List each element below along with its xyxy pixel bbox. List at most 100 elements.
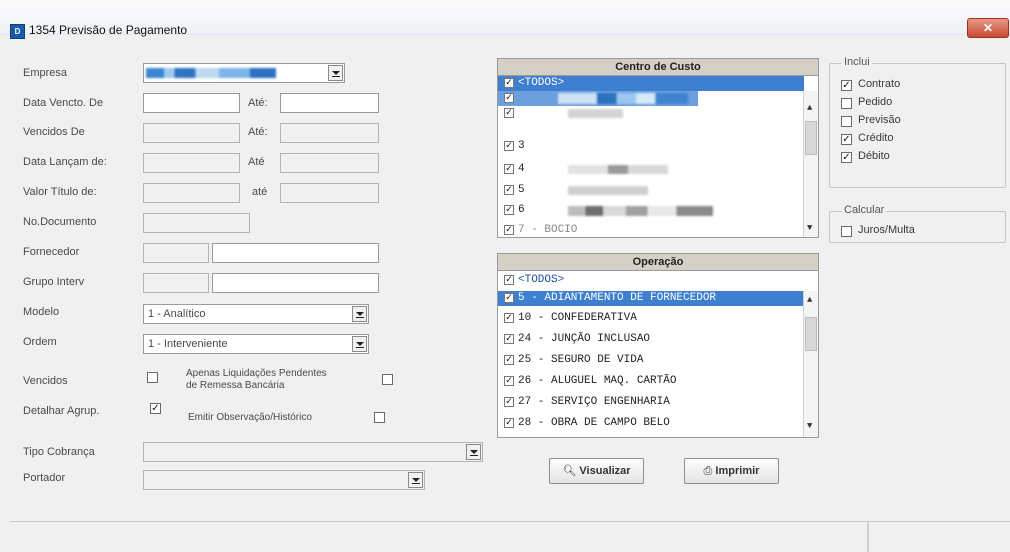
operacao-scrollbar[interactable]: ▲ ▼ [803,291,818,437]
data-vencto-de-input[interactable] [143,93,240,113]
chevron-down-icon[interactable] [352,336,367,352]
scroll-thumb[interactable] [805,317,817,351]
inclui-group-title: Inclui [842,56,872,68]
ordem-label: Ordem [23,336,57,348]
item-checkbox[interactable]: ✓ [504,418,514,428]
data-lancam-de-input[interactable] [143,153,240,173]
centro-custo-scrollbar[interactable]: ▲ ▼ [803,91,818,237]
fornecedor-name-input[interactable] [212,243,379,263]
redacted-text [568,165,668,174]
portador-select[interactable] [143,470,425,490]
list-item[interactable]: ✓ <TODOS> [498,273,804,288]
modelo-select[interactable]: 1 - Analítico [143,304,369,324]
item-checkbox[interactable]: ✓ [504,313,514,323]
item-checkbox[interactable]: ✓ [504,355,514,365]
item-checkbox[interactable]: ✓ [504,376,514,386]
list-item[interactable]: ✓ 26 - ALUGUEL MAQ. CARTÃO [498,374,804,389]
list-item[interactable]: ✓ 5 - ADIANTAMENTO DE FORNECEDOR [498,291,804,306]
scroll-thumb[interactable] [805,121,817,155]
title-bar[interactable]: D 1354 Previsão de Pagamento ✕ [0,0,1010,39]
item-checkbox[interactable]: ✓ [504,205,514,215]
previsao-checkbox[interactable] [841,116,852,127]
visualizar-button[interactable]: 🔍︎ Visualizar [549,458,644,484]
apenas-liq-label-line1: Apenas Liquidações Pendentes [186,368,327,379]
list-item[interactable]: ✓ 27 - SERVIÇO ENGENHARIA [498,395,804,410]
data-vencto-ate-input[interactable] [280,93,379,113]
calcular-group: Calcular Juros/Multa [829,204,1006,243]
valor-titulo-de-input[interactable] [143,183,240,203]
item-checkbox[interactable]: ✓ [504,185,514,195]
ordem-select[interactable]: 1 - Interveniente [143,334,369,354]
pedido-checkbox[interactable] [841,98,852,109]
status-bar [10,521,1010,552]
list-item[interactable]: ✓ 4 [498,162,804,177]
scroll-down-icon[interactable]: ▼ [807,223,812,233]
data-lancam-ate-label: Até [248,156,265,168]
valor-titulo-ate-input[interactable] [280,183,379,203]
item-checkbox[interactable]: ✓ [504,93,514,103]
credito-checkbox[interactable]: ✓ [841,134,852,145]
vencidos-ate-input[interactable] [280,123,379,143]
emitir-obs-checkbox[interactable] [374,412,385,423]
grupo-interv-code-input[interactable] [143,273,209,293]
chevron-down-icon[interactable] [466,444,481,460]
vencidos-label: Vencidos [23,375,68,387]
window-title: 1354 Previsão de Pagamento [29,23,188,37]
scroll-down-icon[interactable]: ▼ [807,421,812,431]
list-item[interactable]: ✓ 24 - JUNÇÃO INCLUSAO [498,332,804,347]
calcular-group-title: Calcular [842,204,887,216]
no-documento-input[interactable] [143,213,250,233]
data-lancam-ate-input[interactable] [280,153,379,173]
item-checkbox[interactable]: ✓ [504,78,514,88]
item-checkbox[interactable]: ✓ [504,141,514,151]
item-checkbox[interactable]: ✓ [504,275,514,285]
list-item[interactable]: ✓ 5 [498,183,804,198]
debito-checkbox[interactable]: ✓ [841,152,852,163]
contrato-label: Contrato [858,78,901,90]
vencidos-checkbox[interactable] [147,372,158,383]
item-checkbox[interactable]: ✓ [504,334,514,344]
tipo-cobranca-select[interactable] [143,442,483,462]
chevron-down-icon[interactable] [352,306,367,322]
list-item[interactable]: ✓ 10 - CONFEDERATIVA [498,311,804,326]
list-item[interactable]: ✓ <TODOS> [498,76,804,91]
imprimir-button[interactable]: ⎙ Imprimir [684,458,779,484]
chevron-down-icon[interactable] [408,472,423,488]
list-item[interactable]: ✓ [498,106,804,121]
vencidos-de-label: Vencidos De [23,126,85,138]
previsao-label: Previsão [858,114,901,126]
list-item[interactable]: ✓ 28 - OBRA DE CAMPO BELO [498,416,804,431]
centro-custo-list[interactable]: Centro de Custo ✓ <TODOS> ✓ ✓ ✓ 3 ✓ 4 ✓ … [497,58,819,238]
scroll-up-icon[interactable]: ▲ [807,103,812,113]
juros-multa-checkbox[interactable] [841,226,852,237]
list-item[interactable]: ✓ 7 - BOCIO [498,223,804,237]
juros-multa-label: Juros/Multa [858,224,915,236]
item-checkbox[interactable]: ✓ [504,397,514,407]
redacted-text [568,186,648,195]
item-checkbox[interactable]: ✓ [504,225,514,235]
data-vencto-de-label: Data Vencto. De [23,97,104,109]
vencidos-de-input[interactable] [143,123,240,143]
fornecedor-code-input[interactable] [143,243,209,263]
item-checkbox[interactable]: ✓ [504,293,514,303]
empresa-combo[interactable] [143,63,345,83]
scroll-up-icon[interactable]: ▲ [807,295,812,305]
item-checkbox[interactable]: ✓ [504,164,514,174]
close-button[interactable]: ✕ [967,18,1009,38]
chevron-down-icon[interactable] [328,65,343,81]
list-item[interactable]: ✓ 25 - SEGURO DE VIDA [498,353,804,368]
printer-icon: ⎙ [703,465,713,477]
vencidos-ate-label: Até: [248,126,268,138]
contrato-checkbox[interactable]: ✓ [841,80,852,91]
apenas-liq-checkbox[interactable] [382,374,393,385]
item-checkbox[interactable]: ✓ [504,108,514,118]
operacao-list[interactable]: Operação ✓ <TODOS> ✓ 5 - ADIANTAMENTO DE… [497,253,819,438]
list-item[interactable]: ✓ 6 [498,203,804,218]
list-item[interactable]: ✓ [498,91,698,106]
empresa-label: Empresa [23,67,68,79]
grupo-interv-name-input[interactable] [212,273,379,293]
redacted-text [568,206,713,216]
detalhar-agrup-checkbox[interactable]: ✓ [150,403,161,414]
redacted-text [558,93,688,104]
list-item[interactable]: ✓ 3 [498,139,804,154]
